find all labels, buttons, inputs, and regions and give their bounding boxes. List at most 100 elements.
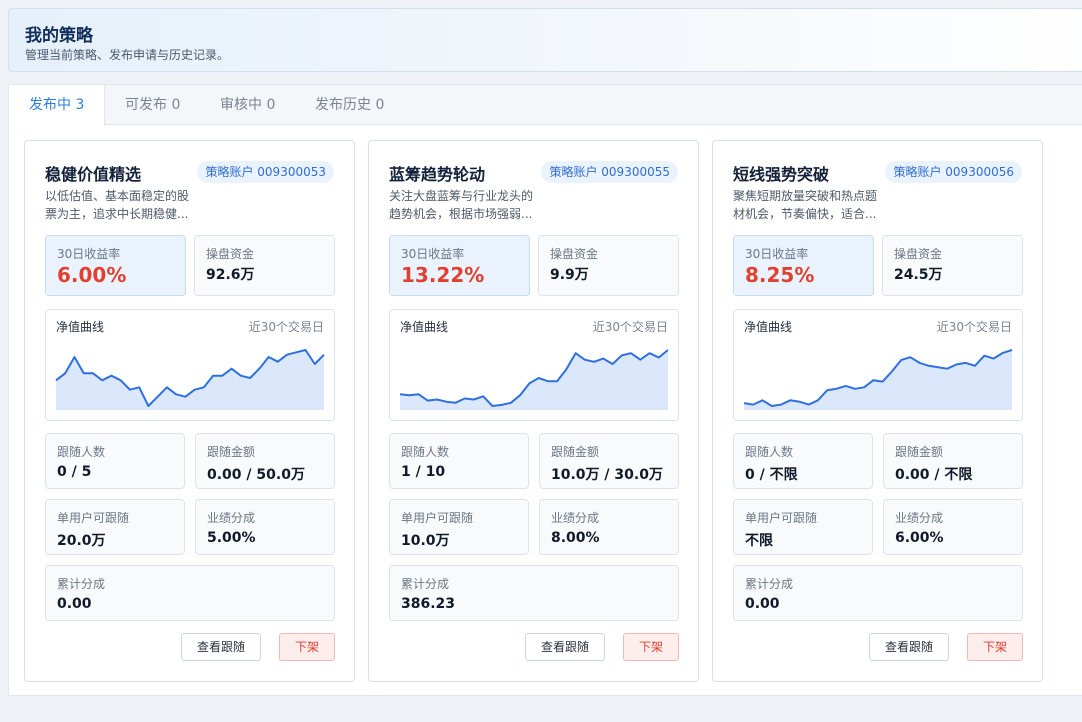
tab-reviewing[interactable]: 审核中 0	[200, 85, 295, 125]
account-badge: 策略账户 009300055	[541, 161, 678, 183]
return-30d-box: 30日收益率 13.22%	[389, 235, 530, 296]
follow-amount-box: 跟随金额 0.00 / 不限	[883, 433, 1023, 489]
strategy-card: 蓝筹趋势轮动 策略账户 009300055 关注大盘蓝筹与行业龙头的趋势机会，根…	[368, 140, 699, 682]
cum-share-label: 累计分成	[57, 577, 106, 591]
page-header: 我的策略 管理当前策略、发布申请与历史记录。	[8, 8, 1082, 72]
delist-button[interactable]: 下架	[279, 633, 335, 661]
capital-label: 操盘资金	[894, 247, 943, 261]
cum-share-label: 累计分成	[745, 577, 794, 591]
view-followers-button[interactable]: 查看跟随	[869, 633, 949, 661]
return-30d-label: 30日收益率	[57, 247, 121, 261]
per-user-label: 单用户可跟随	[57, 511, 130, 525]
tab-history[interactable]: 发布历史 0	[295, 85, 404, 125]
followers-box: 跟随人数 0 / 5	[45, 433, 185, 489]
cum-share-label: 累计分成	[401, 577, 450, 591]
followers-label: 跟随人数	[57, 445, 106, 459]
chart-range: 近30个交易日	[592, 320, 668, 334]
delist-button[interactable]: 下架	[623, 633, 679, 661]
per-user-label: 单用户可跟随	[745, 511, 818, 525]
capital-value: 92.6万	[206, 267, 255, 283]
per-user-value: 20.0万	[57, 533, 106, 549]
nav-chart: 净值曲线 近30个交易日	[733, 309, 1023, 421]
capital-value: 24.5万	[894, 267, 943, 283]
per-user-value: 10.0万	[401, 533, 450, 549]
capital-box: 操盘资金 92.6万	[194, 235, 335, 296]
perf-share-box: 业绩分成 8.00%	[539, 499, 679, 555]
perf-share-label: 业绩分成	[207, 511, 256, 525]
followers-value: 0 / 5	[57, 464, 92, 480]
nav-chart: 净值曲线 近30个交易日	[389, 309, 679, 421]
chart-title: 净值曲线	[744, 320, 793, 334]
account-badge: 策略账户 009300056	[885, 161, 1022, 183]
strategy-name: 稳健价值精选	[45, 165, 142, 184]
followers-value: 1 / 10	[401, 464, 446, 480]
follow-amount-value: 10.0万 / 30.0万	[551, 467, 663, 483]
perf-share-value: 8.00%	[551, 530, 600, 546]
strategy-description: 聚焦短期放量突破和热点题材机会，节奏偏快，适合...	[733, 189, 878, 221]
page-subtitle: 管理当前策略、发布申请与历史记录。	[25, 48, 230, 62]
strategy-card: 稳健价值精选 策略账户 009300053 以低估值、基本面稳定的股票为主，追求…	[24, 140, 355, 682]
tab-publishing[interactable]: 发布中 3	[9, 85, 106, 126]
return-30d-value: 6.00%	[57, 263, 127, 287]
chart-range: 近30个交易日	[936, 320, 1012, 334]
follow-amount-box: 跟随金额 0.00 / 50.0万	[195, 433, 335, 489]
chart-title: 净值曲线	[400, 320, 449, 334]
return-30d-box: 30日收益率 6.00%	[45, 235, 186, 296]
perf-share-value: 5.00%	[207, 530, 256, 546]
strategy-description: 关注大盘蓝筹与行业龙头的趋势机会，根据市场强弱...	[389, 189, 534, 221]
follow-amount-box: 跟随金额 10.0万 / 30.0万	[539, 433, 679, 489]
perf-share-box: 业绩分成 5.00%	[195, 499, 335, 555]
cum-share-box: 累计分成 0.00	[45, 565, 335, 621]
follow-amount-label: 跟随金额	[207, 445, 256, 459]
cum-share-box: 累计分成 0.00	[733, 565, 1023, 621]
chart-range: 近30个交易日	[248, 320, 324, 334]
follow-amount-label: 跟随金额	[895, 445, 944, 459]
strategy-name: 短线强势突破	[733, 165, 830, 184]
perf-share-value: 6.00%	[895, 530, 944, 546]
return-30d-label: 30日收益率	[745, 247, 809, 261]
capital-label: 操盘资金	[206, 247, 255, 261]
strategy-card: 短线强势突破 策略账户 009300056 聚焦短期放量突破和热点题材机会，节奏…	[712, 140, 1043, 682]
tab-publishable[interactable]: 可发布 0	[105, 85, 200, 125]
followers-label: 跟随人数	[745, 445, 794, 459]
per-user-box: 单用户可跟随 不限	[733, 499, 873, 555]
per-user-box: 单用户可跟随 20.0万	[45, 499, 185, 555]
followers-box: 跟随人数 0 / 不限	[733, 433, 873, 489]
per-user-box: 单用户可跟随 10.0万	[389, 499, 529, 555]
return-30d-box: 30日收益率 8.25%	[733, 235, 874, 296]
delist-button[interactable]: 下架	[967, 633, 1023, 661]
follow-amount-value: 0.00 / 不限	[895, 467, 973, 483]
followers-value: 0 / 不限	[745, 467, 798, 483]
followers-box: 跟随人数 1 / 10	[389, 433, 529, 489]
view-followers-button[interactable]: 查看跟随	[181, 633, 261, 661]
perf-share-label: 业绩分成	[551, 511, 600, 525]
return-30d-value: 13.22%	[401, 263, 485, 287]
page-title: 我的策略	[25, 26, 93, 46]
capital-label: 操盘资金	[550, 247, 599, 261]
follow-amount-label: 跟随金额	[551, 445, 600, 459]
nav-chart: 净值曲线 近30个交易日	[45, 309, 335, 421]
per-user-value: 不限	[745, 533, 773, 549]
return-30d-label: 30日收益率	[401, 247, 465, 261]
capital-box: 操盘资金 24.5万	[882, 235, 1023, 296]
strategy-description: 以低估值、基本面稳定的股票为主，追求中长期稳健...	[45, 189, 190, 221]
account-badge: 策略账户 009300053	[197, 161, 334, 183]
capital-value: 9.9万	[550, 267, 589, 283]
return-30d-value: 8.25%	[745, 263, 815, 287]
capital-box: 操盘资金 9.9万	[538, 235, 679, 296]
cum-share-value: 0.00	[57, 596, 92, 612]
chart-title: 净值曲线	[56, 320, 105, 334]
cum-share-value: 386.23	[401, 596, 456, 612]
view-followers-button[interactable]: 查看跟随	[525, 633, 605, 661]
strategy-name: 蓝筹趋势轮动	[389, 165, 486, 184]
perf-share-label: 业绩分成	[895, 511, 944, 525]
cum-share-box: 累计分成 386.23	[389, 565, 679, 621]
nav-area	[56, 350, 324, 410]
followers-label: 跟随人数	[401, 445, 450, 459]
follow-amount-value: 0.00 / 50.0万	[207, 467, 305, 483]
strategy-panel: 发布中 3 可发布 0 审核中 0 发布历史 0 稳健价值精选 策略账户 009…	[8, 84, 1082, 696]
per-user-label: 单用户可跟随	[401, 511, 474, 525]
cum-share-value: 0.00	[745, 596, 780, 612]
perf-share-box: 业绩分成 6.00%	[883, 499, 1023, 555]
tab-bar: 发布中 3 可发布 0 审核中 0 发布历史 0	[9, 85, 1082, 126]
